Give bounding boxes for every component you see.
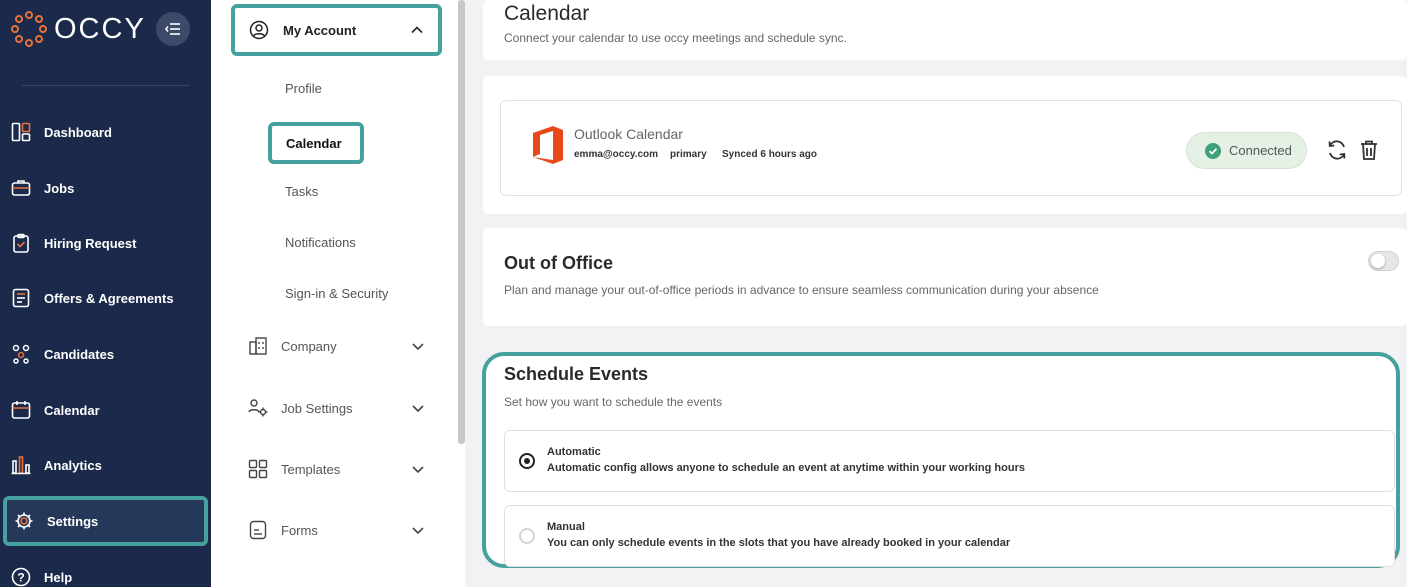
out-of-office-desc: Plan and manage your out-of-office perio…	[504, 283, 1099, 297]
logo-text: OCCY	[54, 12, 146, 45]
nav-item-candidates[interactable]: Candidates	[0, 332, 211, 376]
logo[interactable]: OCCY	[10, 10, 146, 48]
nav-item-offers-agreements[interactable]: Offers & Agreements	[0, 276, 211, 320]
calendar-icon	[10, 399, 32, 421]
nav-item-calendar[interactable]: Calendar	[0, 388, 211, 432]
delete-trash-icon[interactable]	[1359, 139, 1379, 161]
out-of-office-toggle[interactable]	[1368, 251, 1399, 271]
nav-item-label: Dashboard	[44, 124, 112, 140]
nav-item-label: Hiring Request	[44, 235, 137, 251]
sync-icon[interactable]	[1326, 139, 1348, 161]
outlook-calendar-email: emma@occy.com	[574, 149, 659, 160]
building-icon	[247, 335, 269, 357]
templates-grid-icon	[247, 458, 269, 480]
nav-item-jobs[interactable]: Jobs	[0, 166, 211, 210]
nav-item-analytics[interactable]: Analytics	[0, 443, 211, 487]
settings-group-label: Company	[281, 338, 337, 354]
my-account-toggle[interactable]: My Account	[231, 4, 442, 56]
clipboard-check-icon	[10, 232, 32, 254]
option-title: Automatic	[547, 446, 601, 458]
nav-item-help[interactable]: ? Help	[0, 555, 211, 587]
chevron-down-icon	[412, 343, 424, 351]
nav-item-dashboard[interactable]: Dashboard	[0, 110, 211, 154]
office-logo-icon	[533, 126, 563, 164]
user-circle-icon	[249, 20, 269, 40]
candidates-icon	[10, 343, 32, 365]
connected-status-label: Connected	[1229, 143, 1292, 158]
page-subtitle: Connect your calendar to use occy meetin…	[504, 31, 847, 45]
settings-group-label: Job Settings	[281, 400, 353, 416]
settings-link-notifications[interactable]: Notifications	[285, 235, 356, 250]
svg-text:?: ?	[17, 571, 24, 585]
nav-item-label: Settings	[47, 513, 99, 529]
calendar-header-card	[483, 0, 1407, 60]
settings-group-label: Templates	[281, 461, 341, 477]
outlook-calendar-synced: Synced 6 hours ago	[722, 149, 818, 160]
nav-item-label: Calendar	[44, 402, 100, 418]
outlook-calendar-name: Outlook Calendar	[574, 126, 683, 142]
nav-divider	[22, 85, 190, 86]
option-desc: Automatic config allows anyone to schedu…	[547, 462, 1025, 474]
outlook-calendar-type: primary	[670, 149, 707, 160]
chevron-down-icon	[412, 466, 424, 474]
briefcase-icon	[10, 177, 32, 199]
job-settings-icon	[247, 397, 269, 419]
out-of-office-card	[483, 228, 1407, 326]
settings-group-label: Forms	[281, 522, 318, 538]
chevron-down-icon	[412, 405, 424, 413]
help-icon: ?	[10, 566, 32, 587]
gear-icon	[13, 510, 35, 532]
option-title: Manual	[547, 521, 585, 533]
schedule-events-desc: Set how you want to schedule the events	[504, 395, 723, 409]
page-title: Calendar	[504, 2, 590, 25]
nav-item-label: Jobs	[44, 180, 75, 196]
nav-item-settings[interactable]: Settings	[3, 496, 208, 546]
settings-group-forms[interactable]: Forms	[247, 517, 437, 543]
settings-group-company[interactable]: Company	[247, 333, 437, 359]
option-desc: You can only schedule events in the slot…	[547, 537, 1011, 549]
check-circle-icon	[1205, 142, 1221, 159]
automatic-radio[interactable]	[519, 453, 535, 469]
manual-radio[interactable]	[519, 528, 535, 544]
settings-sidebar-scrollbar[interactable]	[458, 0, 465, 444]
settings-link-sign-in-security[interactable]: Sign-in & Security	[285, 286, 388, 301]
document-icon	[10, 287, 32, 309]
schedule-option-automatic[interactable]: Automatic Automatic config allows anyone…	[504, 430, 1395, 492]
nav-item-label: Analytics	[44, 457, 102, 473]
out-of-office-title: Out of Office	[504, 253, 613, 273]
menu-collapse-icon	[165, 23, 180, 35]
settings-group-templates[interactable]: Templates	[247, 456, 437, 482]
chevron-down-icon	[412, 527, 424, 535]
schedule-events-title: Schedule Events	[504, 364, 649, 384]
nav-item-label: Candidates	[44, 346, 115, 362]
my-account-label: My Account	[283, 22, 357, 38]
dashboard-icon	[10, 121, 32, 143]
occy-logo-icon	[11, 11, 47, 47]
forms-icon	[247, 519, 269, 541]
chevron-up-icon	[411, 26, 423, 34]
nav-item-label: Offers & Agreements	[44, 290, 174, 306]
nav-item-label: Help	[44, 569, 73, 585]
settings-group-job-settings[interactable]: Job Settings	[247, 395, 437, 421]
schedule-option-manual[interactable]: Manual You can only schedule events in t…	[504, 505, 1395, 567]
connected-status-badge: Connected	[1186, 132, 1307, 169]
settings-link-calendar[interactable]: Calendar	[268, 122, 364, 164]
settings-link-tasks[interactable]: Tasks	[285, 184, 318, 199]
collapse-sidebar-button[interactable]	[156, 12, 190, 46]
main-sidebar: OCCY Dashboard Jobs Hiring Request Offer…	[0, 0, 211, 587]
settings-link-profile[interactable]: Profile	[285, 81, 322, 96]
analytics-icon	[10, 454, 32, 476]
nav-item-hiring-request[interactable]: Hiring Request	[0, 221, 211, 265]
